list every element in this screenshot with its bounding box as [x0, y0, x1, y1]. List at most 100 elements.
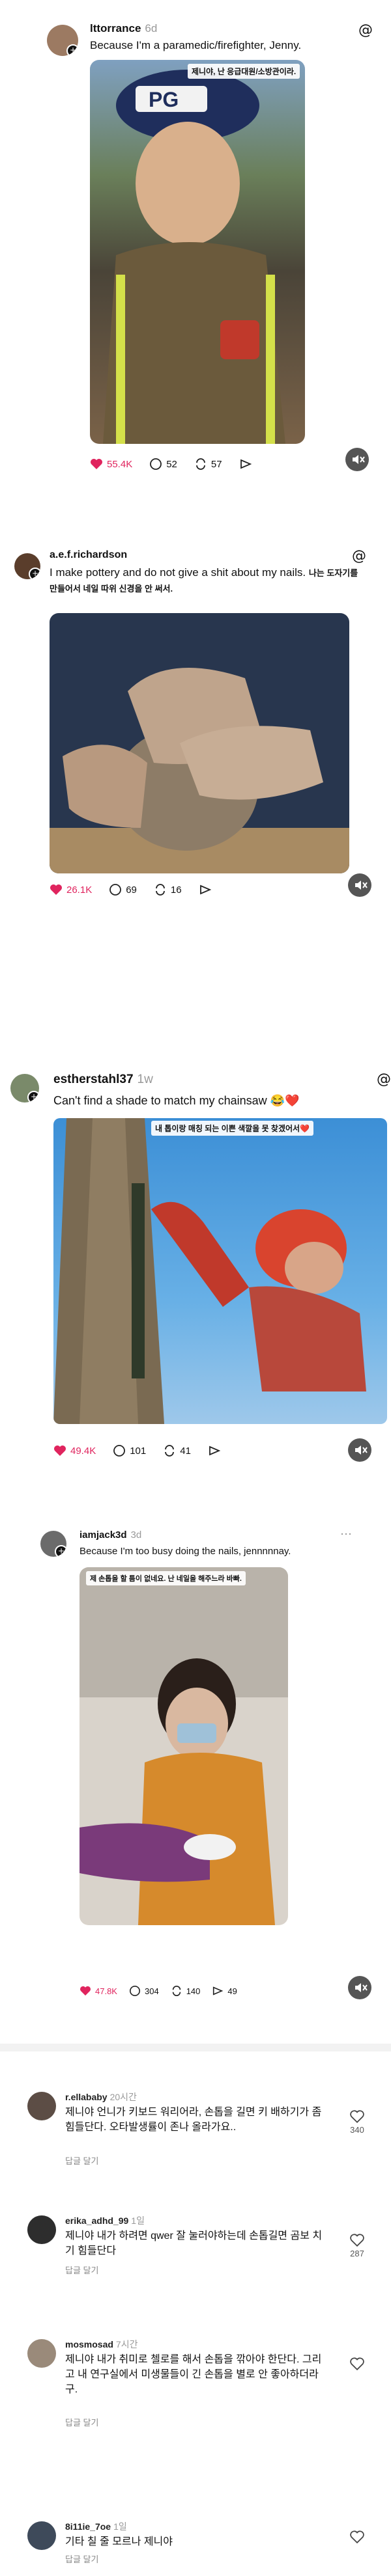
heart-icon — [50, 884, 62, 895]
heart-icon — [91, 459, 102, 469]
repost-button[interactable]: 140 — [171, 1985, 201, 1997]
avatar[interactable]: + — [40, 1531, 66, 1557]
comment-like-button[interactable]: 287 — [344, 2234, 370, 2258]
comment-button[interactable]: 101 — [113, 1444, 146, 1457]
firefighter-photo: PG — [103, 70, 285, 444]
post-time: 1w — [137, 1073, 153, 1086]
like-count: 26.1K — [66, 884, 93, 896]
comment-like-button[interactable] — [344, 2530, 370, 2545]
like-button[interactable]: 26.1K — [50, 884, 92, 896]
comment-text: 기타 칠 줄 모르나 제니야 — [65, 2536, 173, 2547]
post-image[interactable]: PG 제니야, 난 응급대원/소방관이라. — [90, 60, 305, 444]
repost-button[interactable]: 16 — [154, 883, 182, 896]
username-text[interactable]: estherstahl37 — [53, 1073, 134, 1086]
comment-icon — [113, 1445, 126, 1457]
avatar[interactable] — [27, 2092, 56, 2120]
comment-username[interactable]: r.ellababy 20시간 — [65, 2090, 137, 2103]
comment-username[interactable]: 8i11ie_7oe 1일 — [65, 2520, 127, 2533]
speaker-muted-icon — [355, 881, 368, 890]
post-2: + a.e.f.richardson I make pottery and do… — [0, 540, 391, 1009]
share-icon — [209, 1446, 221, 1456]
post-caption: Because I'm a paramedic/firefighter, Jen… — [90, 39, 302, 51]
avatar[interactable]: + — [47, 25, 78, 56]
heart-outline-icon — [350, 2234, 364, 2247]
share-button[interactable] — [208, 1444, 225, 1457]
comment-username-text[interactable]: erika_adhd_99 — [65, 2215, 128, 2226]
post-actions: 55.4K 52 57 — [90, 454, 273, 474]
mute-button[interactable] — [345, 448, 369, 471]
repost-count: 16 — [170, 884, 182, 896]
pottery-hands-photo — [50, 668, 349, 873]
avatar[interactable]: + — [14, 553, 40, 579]
like-button[interactable]: 49.4K — [53, 1445, 96, 1457]
like-count: 55.4K — [107, 458, 133, 470]
comment-like-button[interactable]: 340 — [344, 2110, 370, 2135]
mute-button[interactable] — [348, 873, 371, 897]
reply-button[interactable]: 답글 달기 — [65, 2553, 98, 2565]
follow-plus-icon[interactable]: + — [55, 1545, 66, 1557]
post-4: + iamjack3d 3d ··· Because I'm too busy d… — [0, 1516, 391, 2037]
post-caption: I make pottery and do not give a shit ab… — [50, 565, 362, 596]
comment-username[interactable]: mosmosad 7시간 — [65, 2338, 138, 2351]
post-actions: 47.8K 304 140 49 — [80, 1981, 254, 2001]
comment-item: mosmosad 7시간 제니야 내가 취미로 첼로를 해서 손톱을 깎아야 한단… — [0, 2330, 391, 2441]
mute-button[interactable] — [348, 1976, 371, 1999]
comment-text: 제니야 언니가 키보드 워리어라, 손톱을 길면 키 배하기가 좀 힘들단다. … — [65, 2107, 322, 2133]
post-image[interactable]: 내 톱이랑 매칭 되는 이쁜 색깔을 못 찾겠어서❤️ — [53, 1118, 387, 1424]
username-text[interactable]: iamjack3d — [80, 1529, 127, 1541]
reply-button[interactable]: 답글 달기 — [65, 2264, 98, 2276]
post-actions: 26.1K 69 16 — [50, 880, 233, 899]
more-options-icon[interactable]: ··· — [340, 1527, 352, 1541]
comment-button[interactable]: 69 — [109, 883, 137, 896]
comment-count: 69 — [126, 884, 137, 896]
mute-button[interactable] — [348, 1438, 371, 1462]
post-1: + lttorrance 6d Because I'm a paramedic/f… — [0, 0, 391, 482]
username[interactable]: iamjack3d 3d — [80, 1529, 141, 1541]
post-image[interactable]: 제 손톱을 할 틈이 없네요. 난 네일을 해주느라 바빠. — [80, 1567, 288, 1925]
comment-count: 304 — [144, 1986, 159, 1996]
share-button[interactable] — [199, 883, 216, 896]
username-text[interactable]: a.e.f.richardson — [50, 549, 127, 560]
repost-icon — [165, 1445, 175, 1457]
avatar[interactable] — [27, 2339, 56, 2368]
comment-icon — [109, 884, 122, 896]
comment-button[interactable]: 304 — [129, 1985, 159, 1997]
username[interactable]: a.e.f.richardson — [50, 549, 127, 561]
comment-username[interactable]: erika_adhd_99 1일 — [65, 2214, 145, 2227]
comment-like-button[interactable] — [344, 2357, 370, 2372]
comment-icon — [129, 1985, 140, 1997]
comment-username-text[interactable]: mosmosad — [65, 2339, 113, 2350]
like-count: 47.8K — [95, 1986, 117, 1996]
share-button[interactable]: 49 — [212, 1985, 237, 1997]
repost-button[interactable]: 41 — [163, 1444, 191, 1457]
heart-outline-icon — [350, 2110, 364, 2124]
reply-button[interactable]: 답글 달기 — [65, 2154, 98, 2167]
username-text[interactable]: lttorrance — [90, 22, 141, 34]
repost-button[interactable]: 57 — [194, 458, 222, 471]
threads-logo-icon: @ — [377, 1071, 391, 1088]
comment-username-text[interactable]: r.ellababy — [65, 2092, 108, 2102]
avatar[interactable]: + — [10, 1074, 39, 1103]
comment-like-count: 340 — [350, 2125, 364, 2135]
share-icon — [240, 459, 252, 469]
like-button[interactable]: 55.4K — [90, 458, 132, 470]
speaker-muted-icon — [355, 1446, 368, 1455]
comment-username-text[interactable]: 8i11ie_7oe — [65, 2521, 111, 2532]
repost-count: 140 — [186, 1986, 201, 1996]
username[interactable]: estherstahl37 1w — [53, 1073, 153, 1087]
follow-plus-icon[interactable]: + — [66, 44, 78, 56]
post-time: 6d — [145, 22, 158, 34]
like-button[interactable]: 47.8K — [80, 1986, 117, 1996]
avatar[interactable] — [27, 2215, 56, 2244]
post-image[interactable] — [50, 613, 349, 873]
avatar[interactable] — [27, 2521, 56, 2550]
repost-icon — [195, 458, 205, 470]
repost-icon — [155, 884, 165, 896]
comment-button[interactable]: 52 — [149, 458, 177, 471]
username[interactable]: lttorrance 6d — [90, 22, 157, 35]
follow-plus-icon[interactable]: + — [29, 568, 40, 579]
reply-button[interactable]: 답글 달기 — [65, 2416, 98, 2428]
post-actions: 49.4K 101 41 — [53, 1441, 242, 1460]
share-button[interactable] — [239, 458, 256, 471]
follow-plus-icon[interactable]: + — [27, 1091, 39, 1103]
